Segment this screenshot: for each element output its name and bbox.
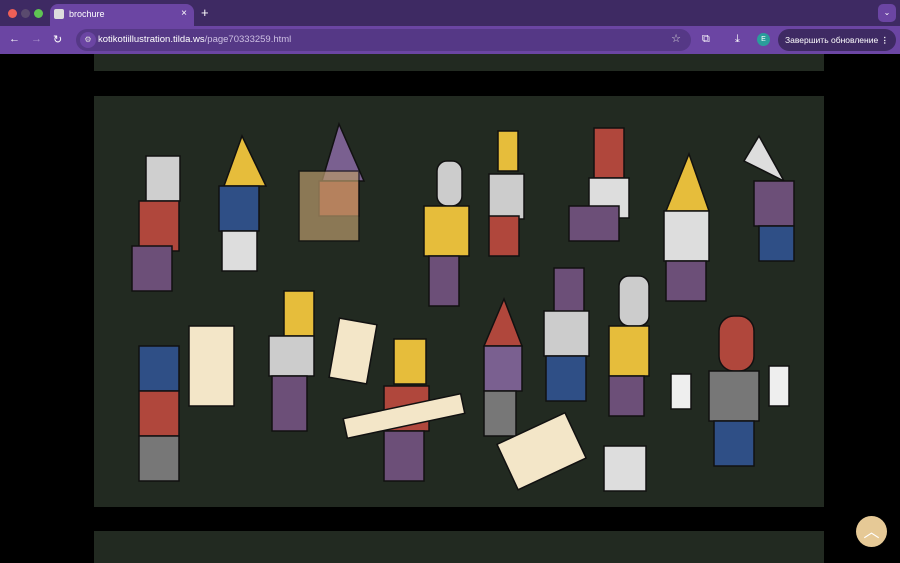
address-bar[interactable]: ⚙ kotikotiillustration.tilda.ws/page7033… <box>76 29 691 51</box>
back-icon[interactable]: ← <box>9 33 20 45</box>
figure <box>742 134 795 262</box>
easel-canvas <box>188 325 235 407</box>
tab-search-chevron-icon[interactable]: ⌄ <box>878 4 896 22</box>
finish-update-button[interactable]: Завершить обновление ⋮ <box>778 29 896 51</box>
profile-avatar[interactable]: E <box>757 33 770 46</box>
figure <box>482 296 524 437</box>
figure <box>543 267 590 402</box>
reload-icon[interactable]: ↻ <box>53 33 62 46</box>
figure <box>131 155 181 292</box>
figure <box>608 275 650 417</box>
toolbar: ← → ↻ ⚙ kotikotiillustration.tilda.ws/pa… <box>0 26 900 54</box>
figure <box>568 127 630 242</box>
url-host: kotikotiillustration.tilda.ws <box>98 34 205 45</box>
cup <box>768 365 790 407</box>
forward-icon[interactable]: → <box>31 33 42 45</box>
figure <box>268 290 315 432</box>
figure <box>423 160 470 307</box>
figures-illustration <box>131 121 795 492</box>
maximize-window-button[interactable] <box>34 9 43 18</box>
paint-can <box>603 445 647 492</box>
figure <box>298 121 366 242</box>
new-tab-button[interactable]: + <box>201 5 209 20</box>
update-label: Завершить обновление <box>785 35 879 45</box>
bookmark-star-icon[interactable]: ☆ <box>671 32 681 45</box>
figure <box>708 315 760 467</box>
figure <box>218 134 268 272</box>
tab-brochure[interactable]: brochure × <box>50 4 194 28</box>
close-tab-icon[interactable]: × <box>181 8 187 19</box>
figure <box>138 345 180 482</box>
scroll-to-top-button[interactable]: ︿ <box>856 516 887 547</box>
figure <box>663 151 711 302</box>
chevron-up-icon: ︿ <box>863 524 880 541</box>
tab-title: brochure <box>69 9 105 19</box>
close-window-button[interactable] <box>8 9 17 18</box>
favicon-icon <box>54 9 64 19</box>
url-path: /page70333259.html <box>204 34 292 45</box>
next-image <box>94 531 824 563</box>
previous-image <box>94 54 824 71</box>
download-icon[interactable]: ⤓ <box>735 33 740 46</box>
menu-icon[interactable]: ⋮ <box>881 29 890 51</box>
site-settings-icon[interactable]: ⚙ <box>80 32 96 48</box>
extensions-icon[interactable]: ⧉ <box>702 33 710 46</box>
cup <box>670 373 692 410</box>
figure <box>488 130 525 257</box>
painting <box>328 317 378 385</box>
illustration-image <box>94 96 824 507</box>
tab-bar: brochure × + ⌄ <box>0 0 900 28</box>
minimize-window-button[interactable] <box>21 9 30 18</box>
